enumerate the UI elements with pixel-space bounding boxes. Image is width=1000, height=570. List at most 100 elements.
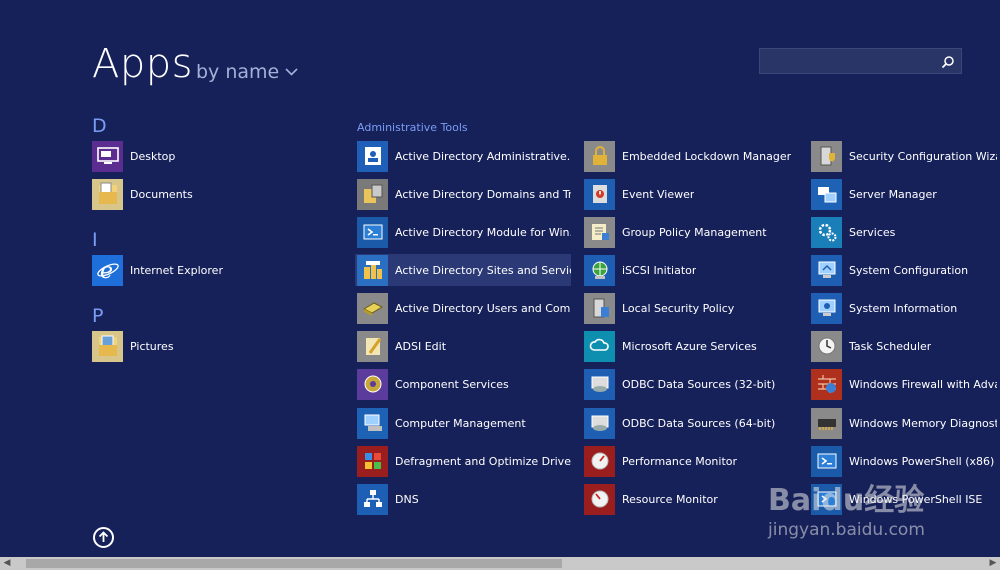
- svg-text:e: e: [100, 259, 113, 282]
- app-label: Resource Monitor: [622, 492, 718, 506]
- app-label: Active Directory Domains and Tr...: [395, 187, 571, 201]
- app-tile-resource-monitor[interactable]: Resource Monitor: [582, 483, 798, 515]
- section-letter-i[interactable]: I: [92, 229, 98, 251]
- app-label: Task Scheduler: [849, 339, 932, 353]
- search-input[interactable]: [766, 52, 940, 72]
- sort-label: by name: [196, 61, 280, 83]
- app-label: ODBC Data Sources (32-bit): [622, 377, 776, 391]
- app-label: Windows PowerShell ISE: [849, 492, 983, 506]
- app-label: Active Directory Sites and Services: [395, 263, 571, 277]
- app-tile-microsoft-azure-services[interactable]: Microsoft Azure Services: [582, 330, 798, 362]
- app-label: Security Configuration Wizard: [849, 149, 997, 163]
- app-tile-ad-domains-trusts[interactable]: Active Directory Domains and Tr...: [355, 178, 571, 210]
- app-label: Event Viewer: [622, 187, 695, 201]
- app-label: Internet Explorer: [130, 263, 223, 277]
- page-title: Apps: [92, 41, 193, 87]
- app-tile-component-services[interactable]: Component Services: [355, 368, 571, 400]
- section-letter-p[interactable]: P: [92, 305, 103, 327]
- app-label: Services: [849, 225, 896, 239]
- chevron-down-icon: [285, 58, 298, 82]
- firewall-icon: [811, 368, 842, 400]
- search-icon[interactable]: [941, 54, 955, 69]
- pictures-folder-icon: [92, 330, 123, 362]
- app-tile-ad-administrative-center[interactable]: Active Directory Administrative...: [355, 140, 571, 172]
- watermark-url: jingyan.baidu.com: [768, 520, 925, 540]
- app-label: System Information: [849, 301, 958, 315]
- odbc-icon: [584, 368, 615, 400]
- ad-domains-trusts-icon: [357, 178, 388, 210]
- odbc-icon: [584, 407, 615, 439]
- app-tile-services[interactable]: Services: [809, 216, 997, 248]
- services-gears-icon: [811, 216, 842, 248]
- app-label: Desktop: [130, 149, 176, 163]
- app-tile-windows-memory-diagnostic[interactable]: Windows Memory Diagnostic: [809, 407, 997, 439]
- app-tile-ad-sites-services[interactable]: Active Directory Sites and Services: [355, 254, 571, 286]
- app-tile-pictures[interactable]: Pictures: [90, 330, 290, 362]
- scroll-right-icon[interactable]: ▶: [986, 557, 1000, 570]
- security-policy-icon: [584, 292, 615, 324]
- app-tile-documents[interactable]: Documents: [90, 178, 290, 210]
- app-tile-ad-users-computers[interactable]: Active Directory Users and Com...: [355, 292, 571, 324]
- ad-users-computers-icon: [357, 292, 388, 324]
- app-tile-server-manager[interactable]: Server Manager: [809, 178, 997, 210]
- app-tile-event-viewer[interactable]: Event Viewer: [582, 178, 798, 210]
- app-tile-system-information[interactable]: System Information: [809, 292, 997, 324]
- app-label: ODBC Data Sources (64-bit): [622, 416, 776, 430]
- app-tile-iscsi-initiator[interactable]: iSCSI Initiator: [582, 254, 798, 286]
- app-tile-local-security-policy[interactable]: Local Security Policy: [582, 292, 798, 324]
- defragment-icon: [357, 445, 388, 477]
- scroll-left-icon[interactable]: ◀: [0, 557, 14, 570]
- app-label: iSCSI Initiator: [622, 263, 697, 277]
- app-label: Microsoft Azure Services: [622, 339, 757, 353]
- app-tile-performance-monitor[interactable]: Performance Monitor: [582, 445, 798, 477]
- app-label: DNS: [395, 492, 419, 506]
- app-tile-defragment-optimize-drives[interactable]: Defragment and Optimize Drives: [355, 445, 571, 477]
- app-tile-system-configuration[interactable]: System Configuration: [809, 254, 997, 286]
- horizontal-scrollbar[interactable]: ◀ ▶: [0, 557, 1000, 570]
- app-tile-group-policy-management[interactable]: Group Policy Management: [582, 216, 798, 248]
- app-tile-computer-management[interactable]: Computer Management: [355, 407, 571, 439]
- scroll-to-top-button[interactable]: [93, 527, 114, 548]
- powershell-icon: [811, 445, 842, 477]
- scrollbar-thumb[interactable]: [26, 559, 562, 568]
- search-box[interactable]: [759, 48, 962, 74]
- ad-admin-center-icon: [357, 140, 388, 172]
- lock-icon: [584, 140, 615, 172]
- group-header-administrative-tools[interactable]: Administrative Tools: [357, 121, 468, 135]
- iscsi-globe-icon: [584, 254, 615, 286]
- app-label: Windows PowerShell (x86): [849, 454, 995, 468]
- app-tile-windows-powershell-ise[interactable]: Windows PowerShell ISE: [809, 483, 997, 515]
- app-tile-embedded-lockdown-manager[interactable]: Embedded Lockdown Manager: [582, 140, 798, 172]
- app-tile-odbc-32[interactable]: ODBC Data Sources (32-bit): [582, 368, 798, 400]
- computer-management-icon: [357, 407, 388, 439]
- app-label: Windows Firewall with Advanced Security: [849, 377, 997, 391]
- memory-chip-icon: [811, 407, 842, 439]
- app-label: Computer Management: [395, 416, 526, 430]
- app-label: Active Directory Users and Com...: [395, 301, 571, 315]
- app-label: System Configuration: [849, 263, 969, 277]
- app-tile-adsi-edit[interactable]: ADSI Edit: [355, 330, 571, 362]
- app-tile-windows-firewall[interactable]: Windows Firewall with Advanced Security: [809, 368, 997, 400]
- app-tile-desktop[interactable]: Desktop: [90, 140, 290, 172]
- app-tile-task-scheduler[interactable]: Task Scheduler: [809, 330, 997, 362]
- app-tile-ad-module-windows-powershell[interactable]: Active Directory Module for Win...: [355, 216, 571, 248]
- sort-dropdown[interactable]: by name: [196, 58, 298, 84]
- ad-sites-services-icon: [357, 254, 388, 286]
- app-label: ADSI Edit: [395, 339, 447, 353]
- app-tile-dns[interactable]: DNS: [355, 483, 571, 515]
- security-wizard-icon: [811, 140, 842, 172]
- app-label: Component Services: [395, 377, 509, 391]
- app-tile-windows-powershell-x86[interactable]: Windows PowerShell (x86): [809, 445, 997, 477]
- section-letter-d[interactable]: D: [92, 115, 107, 137]
- app-tile-security-configuration-wizard[interactable]: Security Configuration Wizard: [809, 140, 997, 172]
- resource-monitor-icon: [584, 483, 615, 515]
- powershell-ise-icon: [811, 483, 842, 515]
- performance-monitor-icon: [584, 445, 615, 477]
- app-label: Server Manager: [849, 187, 937, 201]
- powershell-module-icon: [357, 216, 388, 248]
- app-label: Active Directory Module for Win...: [395, 225, 571, 239]
- app-tile-internet-explorer[interactable]: e Internet Explorer: [90, 254, 290, 286]
- server-manager-icon: [811, 178, 842, 210]
- desktop-icon: [92, 140, 123, 172]
- app-tile-odbc-64[interactable]: ODBC Data Sources (64-bit): [582, 407, 798, 439]
